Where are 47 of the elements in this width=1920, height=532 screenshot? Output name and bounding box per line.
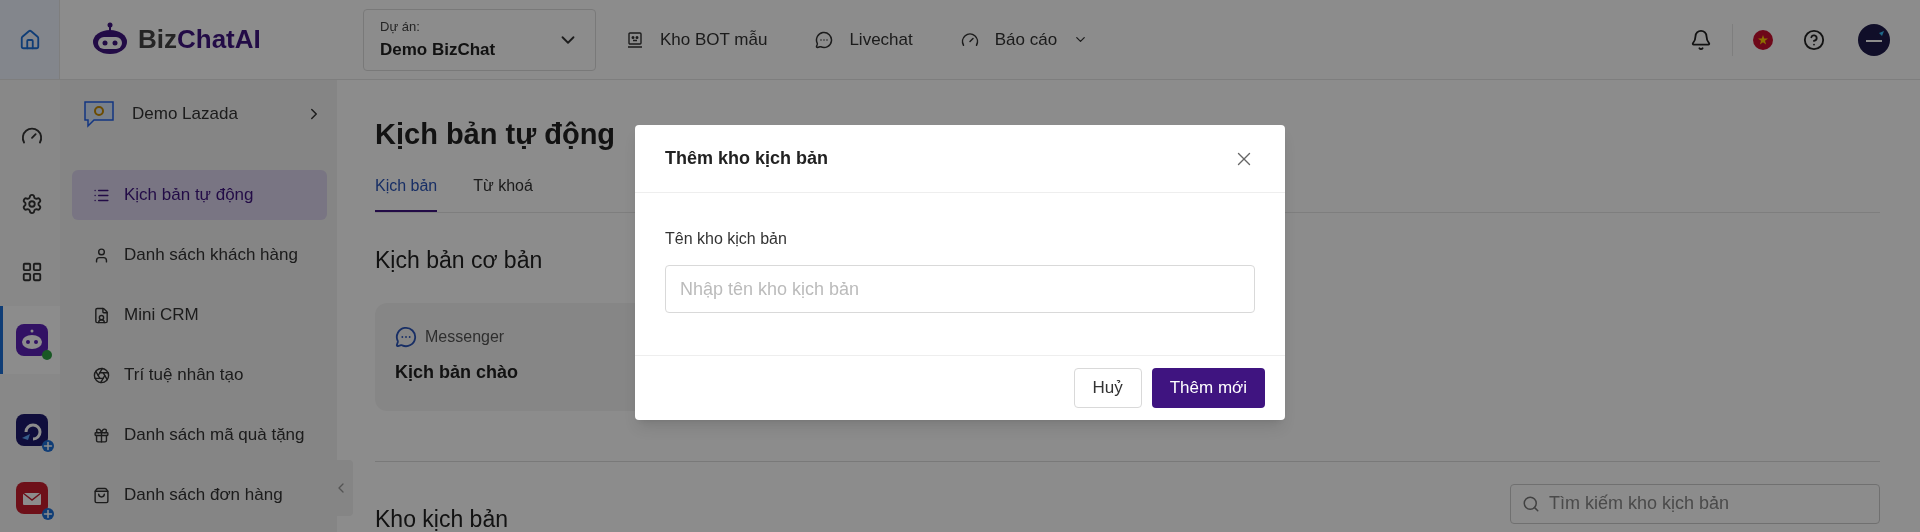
grid-icon <box>20 261 43 283</box>
cancel-button[interactable]: Huỷ <box>1073 368 1142 408</box>
section-heading: Kịch bản cơ bản <box>375 246 544 275</box>
sidebar-item[interactable]: Trí tuệ nhân tạo <box>72 350 327 400</box>
bag-icon <box>93 486 110 504</box>
sidebar-item[interactable]: Kịch bản tự động <box>72 170 327 220</box>
home-icon <box>18 28 41 51</box>
help-icon[interactable] <box>1803 28 1825 51</box>
brand-name: BizChatAI <box>138 23 261 56</box>
mail-app-icon <box>15 482 48 514</box>
document-user-icon <box>93 306 110 324</box>
home-button[interactable] <box>0 0 60 79</box>
chat-icon <box>815 30 834 49</box>
page-title: Kịch bản tự động <box>375 120 617 149</box>
tab[interactable]: Từ khoá <box>473 174 533 212</box>
search-icon <box>1522 494 1540 513</box>
aperture-icon <box>93 366 110 384</box>
dialog-title: Thêm kho kịch bản <box>665 147 829 170</box>
robot-app-icon <box>15 324 48 356</box>
name-input-field[interactable]: Nhập tên kho kịch bản <box>665 265 1255 313</box>
workspace-name: Demo Lazada <box>132 103 239 126</box>
add-button[interactable]: Thêm mới <box>1151 368 1265 408</box>
search-field[interactable]: Tìm kiếm kho kịch bản <box>1510 483 1880 524</box>
notification-icon[interactable] <box>1690 28 1712 51</box>
avatar[interactable] <box>1858 23 1890 56</box>
user-icon <box>93 246 110 264</box>
gift-icon <box>93 426 110 444</box>
channel-label: Messenger <box>425 326 505 347</box>
card-title: Kịch bản chào <box>395 360 520 384</box>
field-label: Tên kho kịch bản <box>665 229 788 249</box>
flag-icon[interactable] <box>1753 29 1773 50</box>
sidebar-item[interactable]: Danh sách đơn hàng <box>72 470 327 520</box>
nav-link[interactable]: Livechat <box>815 26 913 53</box>
robot-face-icon <box>626 30 644 49</box>
messenger-icon <box>395 325 417 348</box>
chat-gear-icon <box>82 99 116 129</box>
sidebar-item[interactable]: Danh sách khách hàng <box>72 230 327 280</box>
sidebar-item[interactable]: Mini CRM <box>72 290 327 340</box>
tab[interactable]: Kịch bản <box>375 174 438 212</box>
sidebar-item[interactable]: Danh sách mã quà tặng <box>72 410 327 460</box>
section-heading: Kho kịch bản <box>375 505 508 532</box>
project-select[interactable]: Dự án: Demo BizChat <box>363 8 596 71</box>
gauge-icon <box>960 30 979 49</box>
settings-icon <box>20 193 43 215</box>
nav-link[interactable]: Kho BOT mẫu <box>626 26 768 53</box>
swirl-app-icon <box>15 414 48 446</box>
nav-link[interactable]: Báo cáo <box>960 26 1089 53</box>
